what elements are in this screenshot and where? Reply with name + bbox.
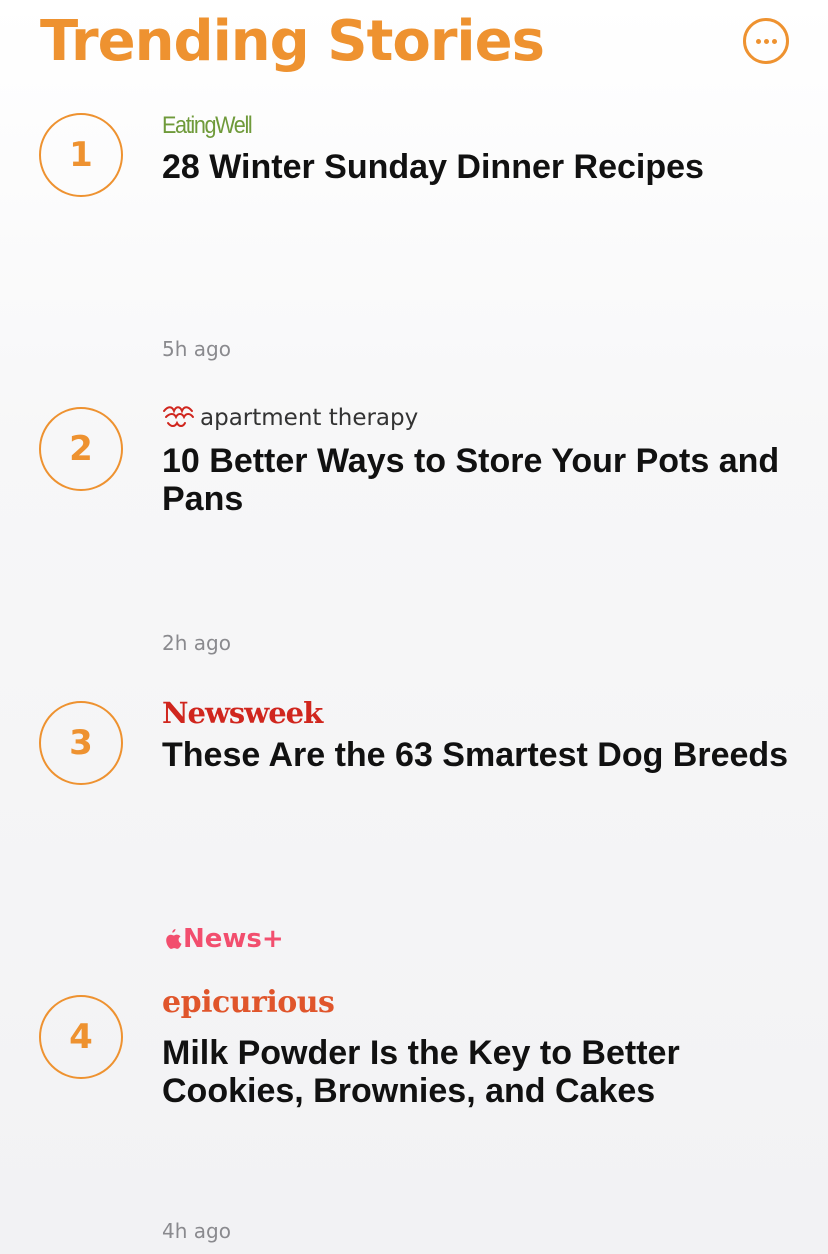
story-timestamp: 5h ago — [162, 337, 231, 361]
ellipsis-dot — [763, 38, 769, 44]
news-plus-label: News+ — [183, 924, 284, 954]
story-headline[interactable]: These Are the 63 Smartest Dog Breeds — [162, 736, 792, 774]
publisher-logo-epicurious: epicurious — [162, 985, 335, 1020]
story-headline[interactable]: Milk Powder Is the Key to Better Cookies… — [162, 1034, 792, 1110]
ellipsis-dot — [771, 38, 777, 44]
publisher-logo-newsweek: Newsweek — [162, 696, 323, 730]
story-timestamp: 4h ago — [162, 1219, 231, 1243]
apple-logo-icon — [166, 929, 182, 949]
publisher-logo-eatingwell: EatingWell — [162, 112, 253, 139]
rank-badge: 1 — [39, 113, 123, 197]
rank-badge: 2 — [39, 407, 123, 491]
more-options-button[interactable] — [743, 18, 789, 64]
story-headline[interactable]: 10 Better Ways to Store Your Pots and Pa… — [162, 442, 792, 518]
publisher-logo-apartment-therapy: apartment therapy — [162, 405, 418, 431]
news-plus-badge: News+ — [162, 924, 284, 954]
publisher-name: apartment therapy — [200, 405, 419, 431]
apartment-therapy-icon — [163, 406, 194, 427]
rank-badge: 4 — [39, 995, 123, 1079]
story-headline[interactable]: 28 Winter Sunday Dinner Recipes — [162, 148, 792, 186]
rank-badge: 3 — [39, 701, 123, 785]
page-title: Trending Stories — [40, 9, 545, 74]
story-timestamp: 2h ago — [162, 631, 231, 655]
ellipsis-circle-icon — [755, 38, 761, 44]
header: Trending Stories — [0, 0, 828, 90]
